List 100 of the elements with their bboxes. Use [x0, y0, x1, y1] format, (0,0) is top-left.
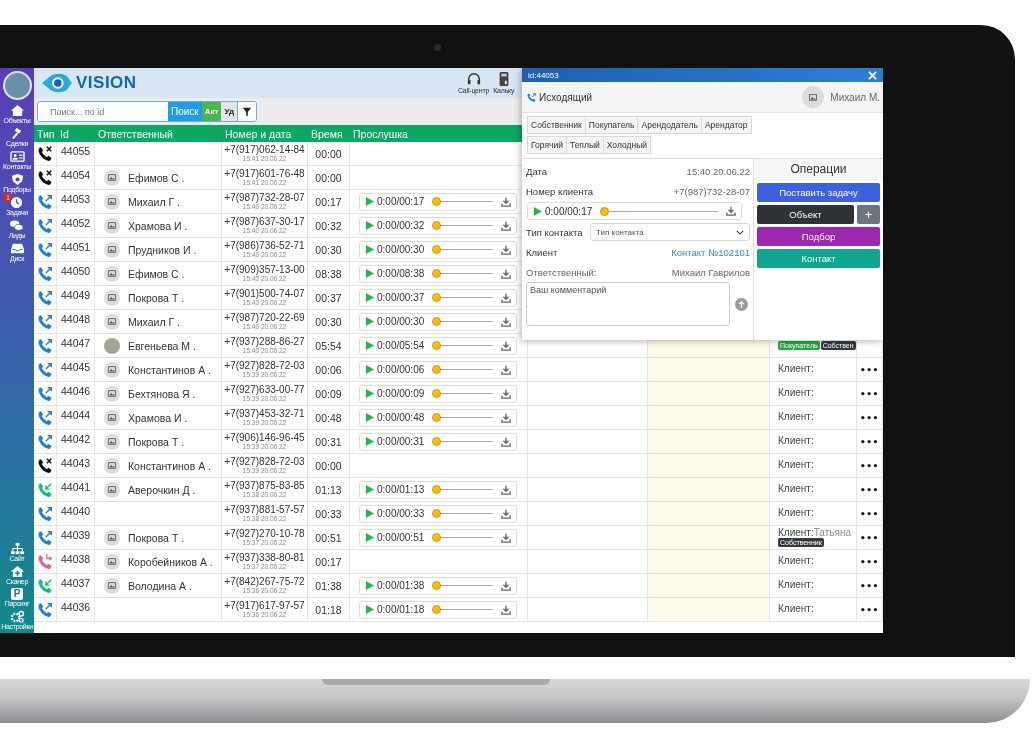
phone-incoming-icon	[36, 576, 54, 595]
tag-button[interactable]: Теплый	[565, 136, 604, 154]
more-button[interactable]: •••	[860, 508, 879, 519]
download-icon[interactable]	[501, 292, 511, 303]
chat-icon	[9, 219, 25, 232]
play-icon[interactable]	[365, 293, 374, 302]
client-label: Клиент:	[778, 604, 814, 615]
download-icon[interactable]	[501, 580, 511, 591]
call-duration: 00:00	[315, 459, 342, 472]
tag-button[interactable]: Арендатор	[700, 116, 752, 134]
phone-number: +7(937)881-57-57	[224, 504, 305, 515]
responsible-name: Константинов А .	[128, 363, 211, 376]
play-icon[interactable]	[365, 269, 374, 278]
slider-thumb[interactable]	[432, 581, 442, 590]
slider-thumb[interactable]	[432, 365, 442, 374]
slider-thumb[interactable]	[432, 293, 442, 302]
slider-thumb[interactable]	[432, 221, 442, 230]
operation-button[interactable]: Поставить задачу	[757, 183, 880, 202]
slider-thumb[interactable]	[432, 605, 442, 614]
tag-button[interactable]: Собственник	[527, 116, 586, 134]
contact-type-select[interactable]: Тип контакта	[590, 223, 750, 241]
avatar-placeholder	[104, 169, 120, 186]
tag-button[interactable]: Горячий	[527, 136, 567, 154]
contact-link[interactable]: Контакт №102101	[671, 246, 750, 258]
avatar-placeholder	[802, 86, 825, 108]
slider-thumb[interactable]	[432, 485, 442, 494]
download-icon[interactable]	[501, 268, 511, 279]
slider-thumb[interactable]	[432, 413, 442, 422]
slider-thumb[interactable]	[600, 206, 610, 216]
play-icon[interactable]	[533, 206, 542, 216]
more-button[interactable]: •••	[860, 484, 879, 495]
operation-button[interactable]: Объект	[757, 205, 854, 224]
download-icon[interactable]	[501, 484, 511, 495]
slider-thumb[interactable]	[432, 245, 442, 254]
call-duration: 00:30	[315, 243, 342, 256]
download-icon[interactable]	[501, 436, 511, 447]
close-icon[interactable]	[868, 70, 877, 80]
operation-button[interactable]: Подбор	[757, 227, 880, 246]
sitemap-icon	[9, 542, 25, 555]
responsible-name: Храмова И .	[128, 219, 188, 232]
responsible-name: Михаил Г .	[128, 195, 180, 208]
play-icon[interactable]	[365, 509, 374, 518]
more-button[interactable]: •••	[860, 532, 879, 543]
play-icon[interactable]	[365, 413, 374, 422]
avatar-placeholder	[104, 217, 120, 234]
play-icon[interactable]	[365, 605, 374, 614]
download-icon[interactable]	[501, 244, 511, 255]
play-icon[interactable]	[365, 581, 374, 590]
play-icon[interactable]	[365, 341, 374, 350]
more-button[interactable]: •••	[860, 388, 879, 399]
play-icon[interactable]	[365, 197, 374, 206]
more-button[interactable]: •••	[860, 580, 879, 591]
slider-thumb[interactable]	[432, 533, 442, 542]
slider-thumb[interactable]	[432, 437, 442, 446]
download-icon[interactable]	[501, 340, 511, 351]
download-icon[interactable]	[501, 316, 511, 327]
download-icon[interactable]	[501, 412, 511, 423]
clock-icon	[9, 196, 25, 209]
field-label: Ответственный:	[526, 266, 597, 278]
more-button[interactable]: •••	[860, 556, 879, 567]
tag-button[interactable]: Арендодатель	[637, 116, 702, 134]
slider-thumb[interactable]	[432, 269, 442, 278]
download-icon[interactable]	[501, 220, 511, 231]
play-icon[interactable]	[365, 245, 374, 254]
more-button[interactable]: •••	[860, 460, 879, 471]
tag-button[interactable]: Покупатель	[584, 116, 639, 134]
play-icon[interactable]	[365, 365, 374, 374]
call-id: 44045	[61, 361, 91, 373]
slider-thumb[interactable]	[432, 317, 442, 326]
tag-button[interactable]: Холодный	[602, 136, 652, 154]
playback-time: 0:00/00:06	[377, 364, 425, 375]
slider-thumb[interactable]	[432, 197, 442, 206]
send-button[interactable]	[735, 297, 748, 311]
more-button[interactable]: •••	[860, 364, 879, 375]
download-icon[interactable]	[501, 364, 511, 375]
comment-field[interactable]: Ваш комментарий	[526, 282, 730, 326]
download-icon[interactable]	[501, 508, 511, 519]
play-icon[interactable]	[365, 221, 374, 230]
download-icon[interactable]	[501, 604, 511, 615]
call-duration: 00:37	[315, 291, 342, 304]
more-button[interactable]: •••	[860, 412, 879, 423]
download-icon[interactable]	[501, 388, 511, 399]
play-icon[interactable]	[365, 485, 374, 494]
more-button[interactable]: •••	[860, 436, 879, 447]
contact-card-icon	[9, 150, 25, 163]
avatar-placeholder	[104, 529, 120, 546]
slider-thumb[interactable]	[432, 341, 442, 350]
play-icon[interactable]	[365, 389, 374, 398]
slider-thumb[interactable]	[432, 389, 442, 398]
progress-track[interactable]	[600, 206, 718, 216]
phone-outgoing-icon	[526, 91, 537, 103]
slider-thumb[interactable]	[432, 509, 442, 518]
play-icon[interactable]	[365, 317, 374, 326]
more-button[interactable]: •••	[860, 604, 879, 615]
play-icon[interactable]	[365, 533, 374, 542]
download-icon[interactable]	[726, 206, 736, 216]
download-icon[interactable]	[501, 196, 511, 207]
add-button[interactable]: +	[857, 205, 880, 224]
play-icon[interactable]	[365, 437, 374, 446]
download-icon[interactable]	[501, 532, 511, 543]
